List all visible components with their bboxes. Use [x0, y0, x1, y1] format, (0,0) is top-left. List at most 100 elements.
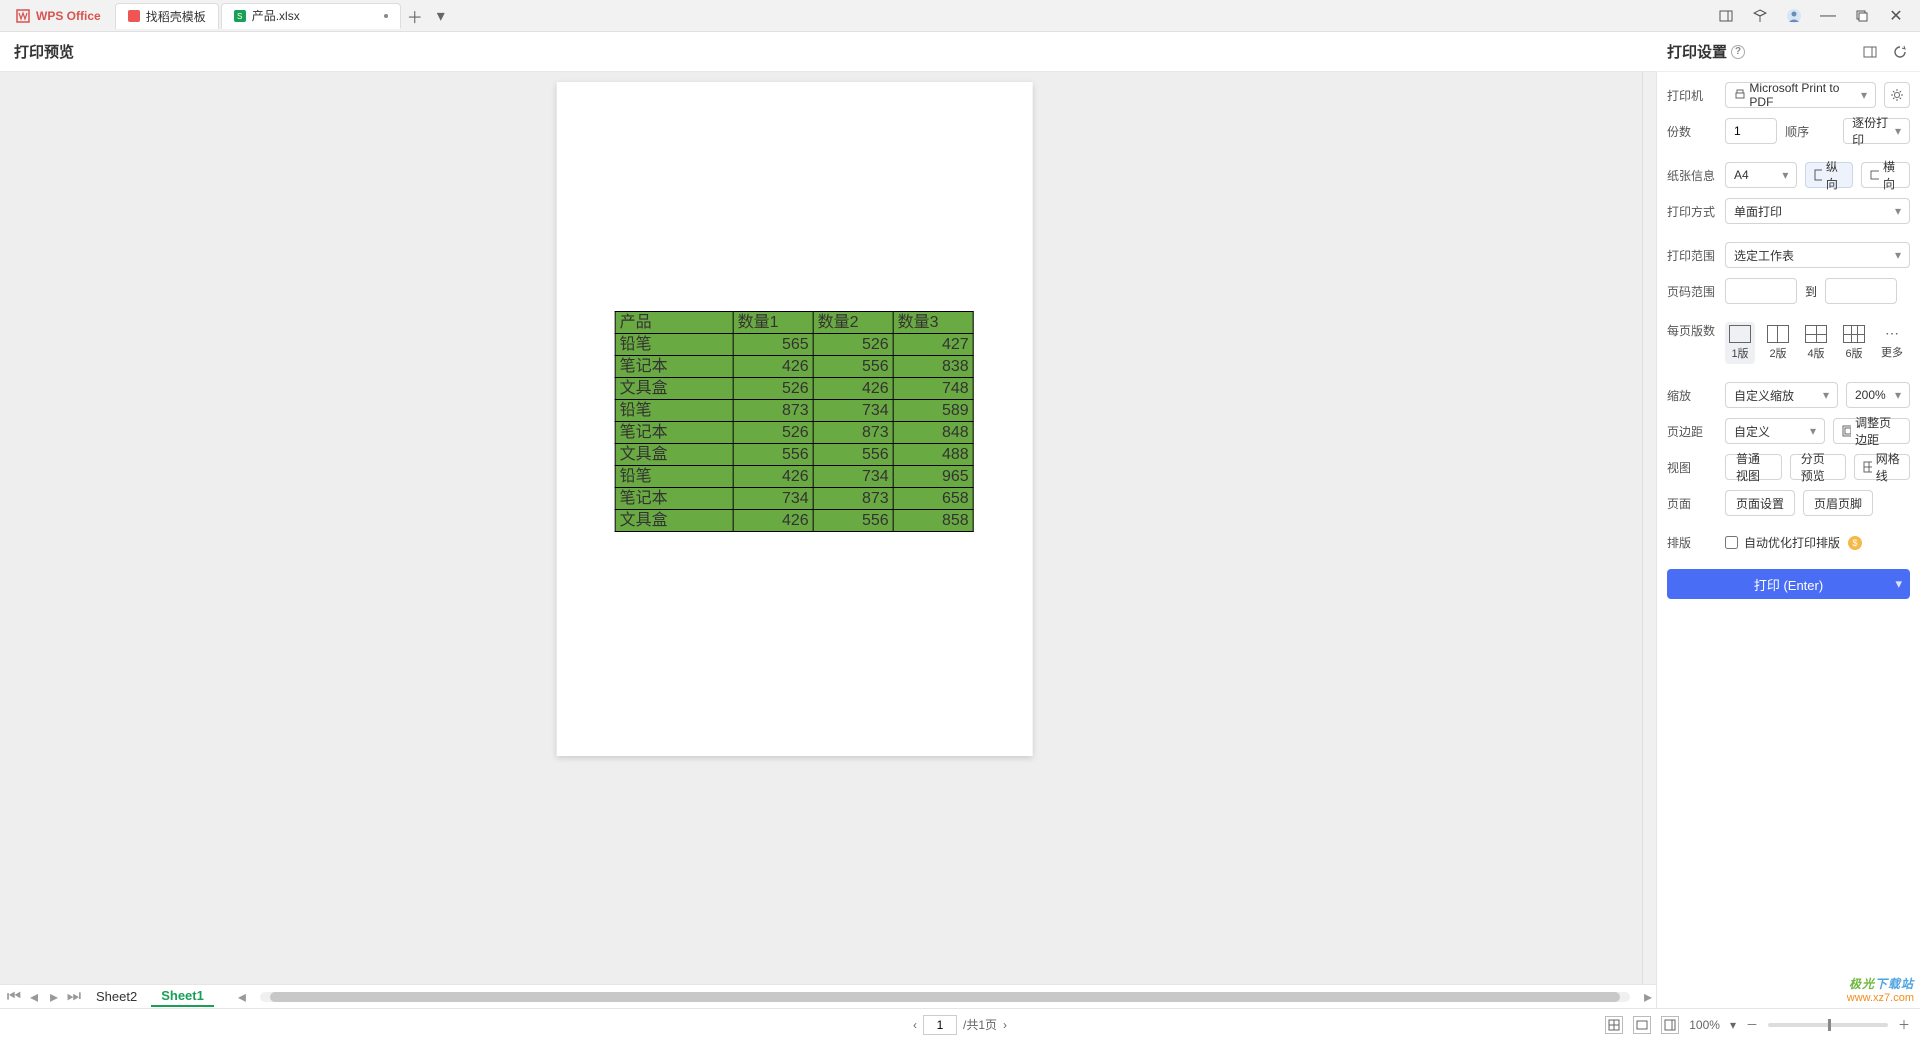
table-header-row: 产品 数量1 数量2 数量3: [615, 312, 973, 334]
top-tab-bar: WPS Office 找稻壳模板 S 产品.xlsx ＋ ▾ ― ✕: [0, 0, 1920, 32]
zoom-out[interactable]: －: [1746, 1016, 1758, 1033]
page-label: 页面: [1667, 495, 1717, 512]
auto-optimize-checkbox[interactable]: 自动优化打印排版: [1725, 534, 1840, 551]
table-row: 文具盒426556858: [615, 510, 973, 532]
minimize-button[interactable]: ―: [1818, 6, 1838, 26]
sheet-tab-sheet2[interactable]: Sheet2: [86, 987, 147, 1006]
copies-label: 份数: [1667, 123, 1717, 140]
order-select[interactable]: 逐份打印▾: [1843, 118, 1910, 144]
table-row: 文具盒526426748: [615, 378, 973, 400]
template-icon: [128, 10, 140, 22]
margin-select[interactable]: 自定义▾: [1725, 418, 1825, 444]
zoom-dropdown[interactable]: ▾: [1730, 1018, 1736, 1032]
spreadsheet-table: 产品 数量1 数量2 数量3 铅笔565526427 笔记本426556838 …: [615, 311, 974, 532]
help-icon[interactable]: ?: [1731, 45, 1745, 59]
page-to-input[interactable]: [1825, 278, 1897, 304]
header-cell: 数量3: [893, 312, 973, 334]
paged-view-button[interactable]: 分页预览: [1790, 454, 1847, 480]
print-range-select[interactable]: 选定工作表▾: [1725, 242, 1910, 268]
sheet-tab-bar: ⏮ ◂ ▸ ⏭ Sheet2 Sheet1 ◂ ▸: [0, 984, 1656, 1008]
maximize-button[interactable]: [1852, 6, 1872, 26]
sheet-nav-prev[interactable]: ◂: [26, 987, 42, 1007]
orientation-portrait[interactable]: 纵向: [1805, 162, 1853, 188]
tab-menu-button[interactable]: ▾: [429, 6, 453, 26]
page-setup-button[interactable]: 页面设置: [1725, 490, 1795, 516]
print-button[interactable]: 打印 (Enter)▾: [1667, 569, 1910, 599]
page-from-input[interactable]: [1725, 278, 1797, 304]
copies-input[interactable]: [1725, 118, 1777, 144]
panel-refresh-icon[interactable]: [1890, 42, 1910, 62]
paper-size-select[interactable]: A4▾: [1725, 162, 1797, 188]
zoom-mode-select[interactable]: 自定义缩放▾: [1725, 382, 1838, 408]
table-row: 笔记本734873658: [615, 488, 973, 510]
printer-select[interactable]: Microsoft Print to PDF▾: [1725, 82, 1876, 108]
page-prev[interactable]: ‹: [913, 1018, 917, 1032]
gridlines-toggle[interactable]: 网格线: [1854, 454, 1910, 480]
paper-label: 纸张信息: [1667, 167, 1717, 184]
panel-layout-icon[interactable]: [1860, 42, 1880, 62]
sheet-nav-first[interactable]: ⏮: [6, 988, 22, 1006]
grid-icon: [1863, 461, 1871, 473]
margin-icon: [1842, 425, 1851, 437]
table-row: 铅笔426734965: [615, 466, 973, 488]
hscroll-left[interactable]: ◂: [234, 987, 250, 1007]
sheet-nav-next[interactable]: ▸: [46, 987, 62, 1007]
view-mode-1[interactable]: [1605, 1016, 1623, 1034]
page-range-label: 页码范围: [1667, 283, 1717, 300]
tab-modified-dot-icon: [384, 14, 388, 18]
tab-template[interactable]: 找稻壳模板: [115, 3, 219, 29]
normal-view-button[interactable]: 普通视图: [1725, 454, 1782, 480]
horizontal-scrollbar[interactable]: [260, 992, 1630, 1002]
tab-document-active[interactable]: S 产品.xlsx: [221, 3, 401, 29]
hscroll-right[interactable]: ▸: [1640, 987, 1656, 1007]
table-row: 铅笔565526427: [615, 334, 973, 356]
view-label: 视图: [1667, 459, 1717, 476]
header-footer-button[interactable]: 页眉页脚: [1803, 490, 1873, 516]
avatar-icon[interactable]: [1784, 6, 1804, 26]
layout-1up[interactable]: 1版: [1725, 322, 1755, 364]
table-row: 文具盒556556488: [615, 444, 973, 466]
print-mode-label: 打印方式: [1667, 203, 1717, 220]
printer-label: 打印机: [1667, 87, 1717, 104]
table-row: 铅笔873734589: [615, 400, 973, 422]
tab-template-label: 找稻壳模板: [146, 8, 206, 25]
landscape-icon: [1870, 170, 1879, 180]
tab-wps-office[interactable]: WPS Office: [4, 3, 113, 29]
per-page-label: 每页版数: [1667, 322, 1717, 339]
preview-page: 产品 数量1 数量2 数量3 铅笔565526427 笔记本426556838 …: [557, 82, 1033, 756]
layout-more[interactable]: ⋯更多: [1877, 322, 1907, 363]
vertical-scrollbar[interactable]: [1642, 72, 1656, 984]
wps-logo-icon: [16, 9, 30, 23]
panel-toggle-icon[interactable]: [1716, 6, 1736, 26]
page-range-to: 到: [1805, 283, 1817, 300]
zoom-value-select[interactable]: 200%▾: [1846, 382, 1910, 408]
view-mode-2[interactable]: [1633, 1016, 1651, 1034]
header-cell: 数量1: [733, 312, 813, 334]
print-mode-select[interactable]: 单面打印▾: [1725, 198, 1910, 224]
zoom-in[interactable]: ＋: [1898, 1016, 1910, 1033]
sheet-nav-last[interactable]: ⏭: [66, 988, 82, 1006]
zoom-slider[interactable]: [1768, 1023, 1888, 1027]
print-preview-canvas: 产品 数量1 数量2 数量3 铅笔565526427 笔记本426556838 …: [0, 72, 1656, 1008]
premium-badge-icon: $: [1848, 536, 1862, 550]
tab-add-button[interactable]: ＋: [403, 4, 427, 28]
layout-2up[interactable]: 2版: [1763, 322, 1793, 364]
sheet-tab-sheet1[interactable]: Sheet1: [151, 986, 214, 1007]
close-button[interactable]: ✕: [1886, 6, 1906, 26]
cube-icon[interactable]: [1750, 6, 1770, 26]
page-total: /共1页: [963, 1016, 997, 1033]
svg-text:S: S: [237, 12, 242, 21]
adjust-margins-button[interactable]: 调整页边距: [1833, 418, 1910, 444]
view-mode-3[interactable]: [1661, 1016, 1679, 1034]
page-next[interactable]: ›: [1003, 1018, 1007, 1032]
watermark: 极光下载站 www.xz7.com: [1847, 975, 1914, 1004]
table-row: 笔记本426556838: [615, 356, 973, 378]
layout-4up[interactable]: 4版: [1801, 322, 1831, 364]
printer-settings-button[interactable]: [1884, 82, 1910, 108]
orientation-landscape[interactable]: 横向: [1861, 162, 1910, 188]
margin-label: 页边距: [1667, 423, 1717, 440]
page-number-input[interactable]: [923, 1015, 957, 1035]
print-settings-panel: 打印设置? 打印机 Microsoft Print to PDF▾ 份数 顺序 …: [1656, 72, 1920, 1008]
layout-6up[interactable]: 6版: [1839, 322, 1869, 364]
print-range-label: 打印范围: [1667, 247, 1717, 264]
